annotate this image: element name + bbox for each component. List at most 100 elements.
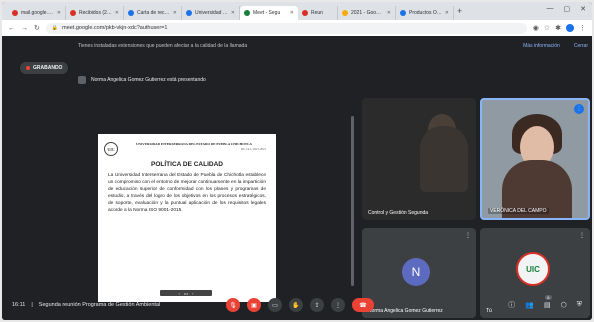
shared-screen: UIC UNIVERSIDAD INTERSERRANA DEL ESTADO … — [98, 134, 276, 302]
participant-name: VERÓNICA DEL CAMPO — [488, 208, 549, 214]
tab-label: Universidad Inter — [195, 10, 228, 16]
recording-badge: GRABANDO — [20, 62, 69, 74]
end-call-icon[interactable]: ☎ — [352, 298, 374, 312]
raise-hand-icon[interactable]: ✋ — [289, 298, 303, 312]
extensions-icon[interactable]: ✱ — [555, 24, 561, 32]
new-tab-icon[interactable]: + — [457, 6, 462, 16]
chat-icon[interactable]: ▤ — [544, 301, 551, 309]
participant-count-badge: 6 — [545, 295, 552, 300]
tab-label: Carta de recomen — [137, 10, 170, 16]
minimize-icon[interactable]: — — [547, 5, 554, 13]
host-controls-icon[interactable]: ⛨ — [577, 301, 582, 309]
site-favicon-icon — [186, 10, 192, 16]
activities-icon[interactable]: ⬡ — [561, 301, 567, 309]
tab-close-icon[interactable]: ✕ — [57, 10, 61, 16]
gmail-favicon-icon — [302, 10, 308, 16]
captions-icon[interactable]: ▭ — [268, 298, 282, 312]
call-controls: 🎙 ▣ ▭ ✋ ⇪ ⋮ ☎ — [226, 298, 374, 312]
presenting-text: Norma Angelica Gomez Gutierrez está pres… — [91, 77, 206, 83]
drive-favicon-icon — [342, 10, 348, 16]
tab-label: Reun — [311, 10, 323, 16]
meeting-title: Segunda reunión Programa de Gestión Ambi… — [38, 302, 161, 308]
slide-document: UIC UNIVERSIDAD INTERSERRANA DEL ESTADO … — [98, 134, 276, 302]
university-name: UNIVERSIDAD INTERSERRANA DEL ESTADO DE P… — [136, 142, 252, 146]
tab-close-icon[interactable]: ✕ — [445, 10, 449, 16]
gmail-favicon-icon — [12, 10, 18, 16]
banner-more-info-link[interactable]: Más información — [523, 43, 560, 49]
back-icon[interactable]: ← — [8, 25, 15, 32]
address-bar-row: ← → ↻ 🔒 meet.google.com/pkb-vkjn-xdc?aut… — [2, 20, 592, 36]
meeting-info: 16:11 | Segunda reunión Programa de Gest… — [12, 302, 160, 308]
url-field[interactable]: 🔒 meet.google.com/pkb-vkjn-xdc?authuser=… — [45, 22, 527, 34]
slide-title: POLÍTICA DE CALIDAD — [151, 161, 223, 169]
browser-window: mail.google.com✕ Recibidos (28) - G✕ Car… — [2, 2, 592, 320]
muted-mic-icon: ⋮ — [579, 233, 585, 239]
mic-off-icon[interactable]: 🎙 — [226, 298, 240, 312]
participant-tile-speaking[interactable]: ⋮ VERÓNICA DEL CAMPO — [480, 98, 590, 220]
tab-label: 2021 - Google D — [351, 10, 384, 16]
self-avatar-logo: UIC — [516, 252, 550, 286]
meeting-details-icon[interactable]: ⓘ — [508, 300, 515, 310]
tab-close-icon[interactable]: ✕ — [387, 10, 391, 16]
browser-tab[interactable]: Productos Orico ✕ — [396, 6, 454, 20]
window-controls: — ▢ ✕ — [547, 5, 587, 13]
browser-tab[interactable]: Recibidos (28) - G✕ — [66, 6, 124, 20]
site-favicon-icon — [400, 10, 406, 16]
tab-close-icon[interactable]: ✕ — [173, 10, 177, 16]
slide-body: La Universidad Interserrana del Estado d… — [108, 173, 266, 214]
gmail-favicon-icon — [70, 10, 76, 16]
tab-label: Meet - Segu — [253, 10, 281, 16]
recording-label: GRABANDO — [33, 65, 63, 71]
camera-permission-icon[interactable]: ◉ — [533, 24, 539, 32]
forward-icon[interactable]: → — [21, 25, 28, 32]
speaking-indicator-icon: ⋮ — [574, 104, 584, 114]
reload-icon[interactable]: ↻ — [34, 24, 40, 32]
meeting-separator: | — [31, 302, 33, 308]
presenting-bar: Norma Angelica Gomez Gutierrez está pres… — [78, 74, 590, 86]
stage-divider — [351, 116, 354, 286]
tab-strip: mail.google.com✕ Recibidos (28) - G✕ Car… — [2, 2, 592, 20]
browser-tab[interactable]: 2021 - Google D✕ — [338, 6, 396, 20]
extensions-banner: Tienes instaladas extensiones que pueden… — [78, 40, 588, 51]
maximize-icon[interactable]: ▢ — [564, 5, 571, 13]
tab-close-icon[interactable]: ✕ — [231, 10, 235, 16]
camera-off-icon[interactable]: ▣ — [247, 298, 261, 312]
banner-close-link[interactable]: Cerrar — [574, 43, 588, 49]
university-logo: UIC — [104, 142, 118, 156]
tab-label: Productos Orico — [409, 10, 442, 16]
meeting-time: 16:11 — [12, 302, 26, 308]
browser-tab-active[interactable]: Meet - Segu ✕ — [240, 6, 298, 20]
side-controls: ⓘ 👥 6 ▤ ⬡ ⛨ — [508, 295, 582, 310]
docs-favicon-icon — [128, 10, 134, 16]
url-text: meet.google.com/pkb-vkjn-xdc?authuser=1 — [62, 25, 168, 31]
tab-close-icon[interactable]: ✕ — [290, 10, 294, 16]
muted-mic-icon: ⋮ — [465, 233, 471, 239]
browser-tab[interactable]: Carta de recomen✕ — [124, 6, 182, 20]
tab-close-icon[interactable]: ✕ — [115, 10, 119, 16]
people-icon[interactable]: 👥 6 — [525, 295, 552, 309]
more-options-icon[interactable]: ⋮ — [331, 298, 345, 312]
present-screen-icon — [78, 76, 86, 84]
participant-tile[interactable]: Control y Gestión Segunda — [362, 98, 476, 220]
profile-avatar-icon[interactable] — [566, 24, 574, 32]
browser-tab[interactable]: mail.google.com ✕ — [8, 6, 66, 20]
browser-tab[interactable]: Reun — [298, 6, 338, 20]
tab-label: Recibidos (28) - G — [79, 10, 112, 16]
bookmark-star-icon[interactable]: ☆ — [544, 24, 550, 32]
present-now-icon[interactable]: ⇪ — [310, 298, 324, 312]
document-ref: RC-14.1/ 2015-2021 — [241, 147, 266, 152]
lock-icon: 🔒 — [51, 25, 59, 31]
meet-control-bar: 16:11 | Segunda reunión Programa de Gest… — [2, 290, 592, 320]
recording-dot-icon — [26, 66, 30, 70]
meet-stage: Tienes instaladas extensiones que pueden… — [2, 36, 592, 320]
menu-dots-icon[interactable]: ⋮ — [579, 24, 586, 32]
banner-text: Tienes instaladas extensiones que pueden… — [78, 42, 248, 49]
close-window-icon[interactable]: ✕ — [580, 5, 586, 13]
participant-name: Control y Gestión Segunda — [368, 210, 429, 216]
participant-video-body — [420, 126, 468, 192]
meet-favicon-icon — [244, 10, 250, 16]
tab-label: mail.google.com — [21, 10, 54, 16]
toolbar-icons: ◉ ☆ ✱ ⋮ — [533, 24, 586, 32]
participant-avatar: N — [402, 258, 430, 286]
browser-tab[interactable]: Universidad Inter✕ — [182, 6, 240, 20]
